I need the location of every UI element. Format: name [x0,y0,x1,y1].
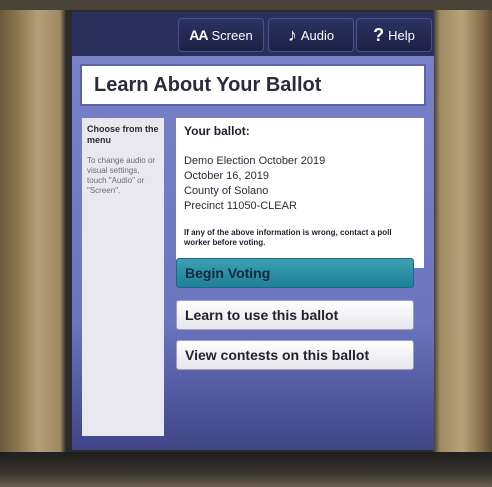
side-menu: Choose from the menu To change audio or … [82,118,164,436]
audio-icon: ♪ [287,24,297,45]
audio-button-label: Audio [300,27,335,43]
voting-screen: AA Screen ♪ Audio ? Help Learn About You… [72,12,434,450]
page-title-bar: Learn About Your Ballot [80,64,426,106]
side-menu-heading: Choose from the menu [87,124,159,145]
ballot-info-label: Your ballot: [184,124,250,138]
county-name: County of Solano [184,185,269,197]
precinct-name: Precinct 11050-CLEAR [184,200,297,212]
audio-settings-button[interactable]: ♪ Audio [268,18,354,52]
election-date: October 16, 2019 [184,170,270,182]
side-menu-hint: To change audio or visual settings, touc… [87,156,156,195]
help-button[interactable]: ? Help [356,18,432,52]
screen-settings-button[interactable]: AA Screen [178,18,264,52]
screen-button-label: Screen [211,27,253,43]
ballot-info-panel: Your ballot: Demo Election October 2019 … [176,118,424,268]
begin-voting-button[interactable]: Begin Voting [176,258,414,288]
learn-ballot-button[interactable]: Learn to use this ballot [176,300,414,330]
view-contests-button[interactable]: View contests on this ballot [176,340,414,370]
top-toolbar: AA Screen ♪ Audio ? Help [72,12,434,56]
text-size-icon: AA [189,27,208,43]
help-button-label: Help [388,27,415,43]
election-name: Demo Election October 2019 [184,155,326,167]
machine-frame-top [0,0,492,10]
page-title: Learn About Your Ballot [94,73,322,96]
ballot-info-warning: If any of the above information is wrong… [184,228,392,247]
machine-bezel-bottom [0,452,492,487]
help-icon: ? [373,24,385,45]
